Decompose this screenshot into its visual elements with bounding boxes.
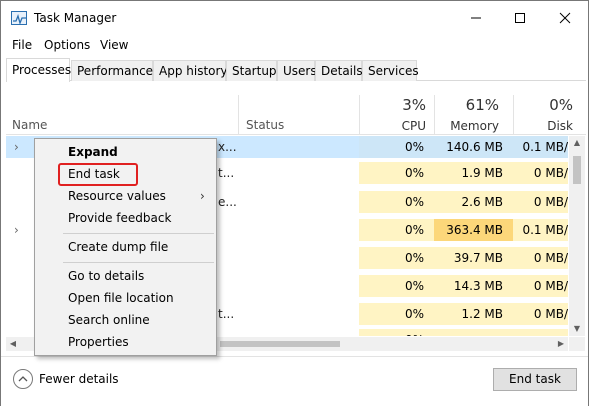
row-name-fragment: x...: [218, 140, 237, 154]
tab-app-history[interactable]: App history: [153, 60, 228, 81]
menu-item-properties[interactable]: Properties: [68, 335, 129, 349]
column-divider: [238, 95, 239, 135]
fewer-details-icon[interactable]: [13, 369, 33, 389]
column-cpu[interactable]: 3% CPU: [359, 96, 426, 133]
chevron-right-icon[interactable]: ›: [14, 223, 19, 237]
scroll-right-arrow-icon[interactable]: ▶: [554, 337, 568, 351]
vertical-scroll-thumb[interactable]: [573, 156, 581, 184]
column-name[interactable]: Name: [12, 118, 47, 132]
cpu-cell: 0%: [359, 219, 434, 241]
scrollbar-corner: [569, 337, 585, 351]
menu-item-provide-feedback[interactable]: Provide feedback: [68, 211, 171, 225]
tab-startup[interactable]: Startup: [226, 60, 277, 81]
memory-cell: [434, 329, 513, 336]
memory-cell: 14.3 MB: [434, 275, 513, 297]
end-task-highlight-box: [58, 163, 138, 186]
title-bar: Task Manager: [1, 1, 588, 35]
memory-label: Memory: [450, 119, 499, 133]
menu-file[interactable]: File: [12, 38, 32, 52]
tab-users[interactable]: Users: [277, 60, 317, 81]
maximize-button[interactable]: [497, 1, 542, 35]
row-name-fragment: t...: [218, 307, 235, 321]
menu-item-search-online[interactable]: Search online: [68, 313, 150, 327]
column-header: Name Status 3% CPU 61% Memory 0% Disk: [6, 82, 586, 135]
memory-cell: 363.4 MB: [434, 219, 513, 241]
vertical-scrollbar[interactable]: ▲ ▼: [569, 136, 585, 336]
tab-performance[interactable]: Performance: [71, 60, 153, 81]
memory-total-percent: 61%: [465, 96, 499, 114]
cpu-cell: 0%: [359, 191, 434, 213]
menu-item-expand[interactable]: Expand: [68, 145, 118, 159]
maximize-icon: [514, 13, 525, 23]
fewer-details-link[interactable]: Fewer details: [39, 372, 119, 386]
tab-processes[interactable]: Processes: [6, 58, 71, 82]
cpu-label: CPU: [401, 119, 426, 133]
submenu-arrow-icon: ›: [200, 189, 205, 203]
column-disk[interactable]: 0% Disk: [513, 96, 573, 133]
menu-item-resource-values[interactable]: Resource values: [68, 189, 166, 203]
disk-label: Disk: [547, 119, 573, 133]
menu-separator: [63, 233, 214, 234]
scroll-left-arrow-icon[interactable]: ◀: [6, 337, 20, 351]
row-name-fragment: t...: [218, 166, 235, 180]
menu-view[interactable]: View: [100, 38, 128, 52]
memory-cell: 1.2 MB: [434, 303, 513, 325]
cpu-cell: 0%: [359, 303, 434, 325]
menu-item-go-to-details[interactable]: Go to details: [68, 269, 144, 283]
memory-cell: 1.9 MB: [434, 162, 513, 184]
disk-cell: 0 MB/: [513, 303, 568, 325]
horizontal-scroll-thumb[interactable]: [220, 341, 340, 347]
close-button[interactable]: [542, 1, 587, 35]
cpu-cell: 0%: [359, 275, 434, 297]
tab-services[interactable]: Services: [362, 60, 419, 81]
column-memory[interactable]: 61% Memory: [434, 96, 499, 133]
memory-cell: 39.7 MB: [434, 247, 513, 269]
cpu-cell: 0%: [359, 329, 434, 336]
cpu-total-percent: 3%: [402, 96, 426, 114]
menu-separator: [63, 262, 214, 263]
window-title: Task Manager: [34, 11, 117, 25]
row-name-fragment: e...: [218, 195, 237, 209]
cpu-cell: 0%: [359, 247, 434, 269]
disk-cell: 0 MB/: [513, 247, 568, 269]
tab-strip: Processes Performance App history Startu…: [6, 58, 586, 82]
disk-total-percent: 0%: [549, 96, 573, 114]
cpu-cell: 0%: [359, 162, 434, 184]
minimize-button[interactable]: [453, 1, 498, 35]
memory-cell: 140.6 MB: [434, 136, 513, 158]
scroll-down-arrow-icon[interactable]: ▼: [569, 322, 585, 336]
close-icon: [559, 12, 570, 24]
cpu-cell: 0%: [359, 136, 434, 158]
minimize-icon: [470, 17, 481, 19]
disk-cell: 0 MB/: [513, 162, 568, 184]
disk-cell: 0 MB/: [513, 191, 568, 213]
task-manager-app-icon: [11, 11, 27, 26]
end-task-button[interactable]: End task: [493, 368, 577, 391]
menu-options[interactable]: Options: [44, 38, 90, 52]
menu-item-create-dump-file[interactable]: Create dump file: [68, 240, 168, 254]
memory-cell: 2.6 MB: [434, 191, 513, 213]
disk-cell: [513, 329, 568, 336]
disk-cell: 0.1 MB/: [513, 136, 568, 158]
disk-cell: 0.1 MB/: [513, 219, 568, 241]
menu-item-open-file-location[interactable]: Open file location: [68, 291, 174, 305]
disk-cell: 0 MB/: [513, 275, 568, 297]
scroll-up-arrow-icon[interactable]: ▲: [569, 136, 585, 150]
footer-bar: Fewer details End task: [1, 356, 588, 406]
column-status[interactable]: Status: [246, 118, 284, 132]
chevron-right-icon[interactable]: ›: [14, 140, 19, 154]
tab-details[interactable]: Details: [315, 60, 363, 81]
